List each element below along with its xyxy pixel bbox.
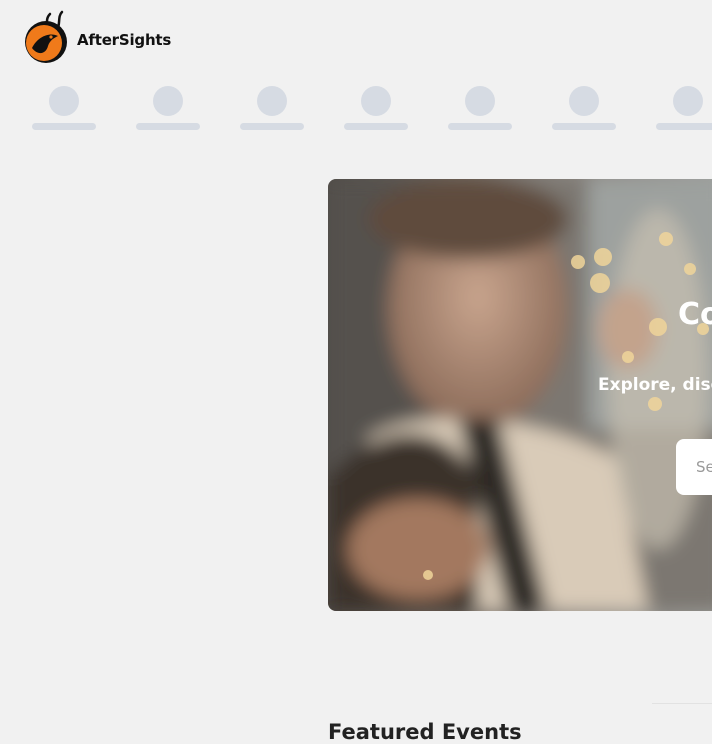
skeleton-label [656, 123, 712, 130]
aftersights-logo-icon[interactable] [24, 10, 68, 64]
category-skeleton [448, 86, 512, 132]
category-skeleton [136, 86, 200, 132]
skeleton-label [344, 123, 408, 130]
skeleton-avatar [153, 86, 183, 116]
category-skeleton [344, 86, 408, 132]
category-skeleton [32, 86, 96, 132]
skeleton-label [136, 123, 200, 130]
skeleton-label [552, 123, 616, 130]
featured-events-heading: Featured Events [328, 720, 522, 744]
skeleton-label [32, 123, 96, 130]
skeleton-avatar [49, 86, 79, 116]
hero-search-input[interactable] [676, 439, 712, 495]
category-skeleton [240, 86, 304, 132]
skeleton-avatar [569, 86, 599, 116]
category-skeleton [552, 86, 616, 132]
skeleton-avatar [361, 86, 391, 116]
skeleton-avatar [257, 86, 287, 116]
hero-banner: Co Explore, discov [328, 179, 712, 611]
skeleton-avatar [465, 86, 495, 116]
skeleton-label [448, 123, 512, 130]
hero-background-image [328, 179, 712, 611]
hero-subtitle: Explore, discov [598, 375, 712, 395]
brand-name[interactable]: AfterSights [77, 31, 171, 49]
category-skeleton [656, 86, 712, 132]
section-divider [652, 703, 712, 704]
skeleton-avatar [673, 86, 703, 116]
hero-title: Co [678, 297, 712, 332]
skeleton-label [240, 123, 304, 130]
